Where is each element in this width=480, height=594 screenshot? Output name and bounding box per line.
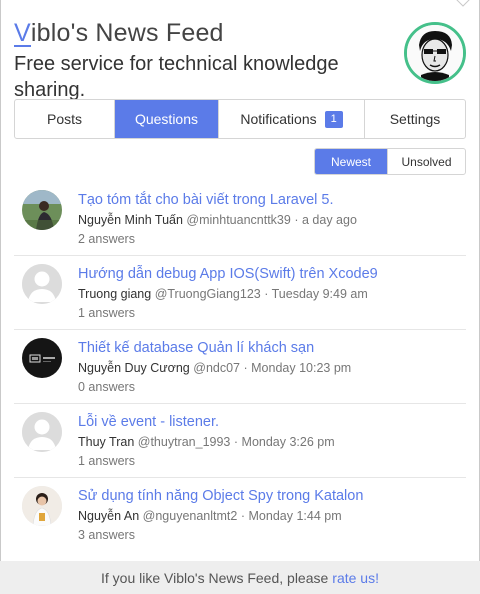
post-time: a day ago	[301, 213, 357, 227]
meta-separator: ·	[233, 435, 239, 449]
meta-separator: ·	[243, 361, 248, 375]
dark-logo-icon	[22, 338, 62, 378]
default-user-icon	[22, 264, 62, 304]
app-title-text: iblo's News Feed	[30, 19, 224, 47]
answer-count: 0 answers	[78, 380, 135, 394]
answer-count: 2 answers	[78, 232, 135, 246]
header: Viblo's News Feed Free service for techn…	[14, 18, 394, 103]
tab-posts[interactable]: Posts	[15, 100, 115, 138]
question-item: Thiết kế database Quản lí khách sạn Nguy…	[14, 330, 466, 404]
author-name[interactable]: Nguyễn An	[78, 509, 139, 523]
filter-newest-button[interactable]: Newest	[315, 149, 387, 174]
avatar[interactable]	[22, 190, 62, 230]
question-meta: Nguyễn An @nguyenanltmt2 · Monday 1:44 p…	[78, 507, 466, 526]
footer: If you like Viblo's News Feed, please rat…	[0, 561, 480, 594]
question-meta: Truong giang @TruongGiang123 · Tuesday 9…	[78, 285, 466, 304]
profile-face-icon	[407, 25, 463, 81]
question-title-link[interactable]: Tạo tóm tắt cho bài viết trong Laravel 5…	[78, 191, 466, 210]
popup-arrow-icon	[456, 0, 470, 7]
app-title: Viblo's News Feed	[14, 18, 394, 48]
meta-separator: ·	[264, 287, 269, 301]
tab-label: Posts	[46, 111, 82, 127]
sort-filter: Newest Unsolved	[314, 148, 466, 175]
author-handle[interactable]: @ndc07	[193, 361, 240, 375]
tab-settings[interactable]: Settings	[365, 100, 465, 138]
question-item: Lỗi về event - listener. Thuy Tran @thuy…	[14, 404, 466, 478]
question-item: Tạo tóm tắt cho bài viết trong Laravel 5…	[14, 182, 466, 256]
author-name[interactable]: Thuy Tran	[78, 435, 134, 449]
post-time: Monday 3:26 pm	[241, 435, 335, 449]
question-title-link[interactable]: Hướng dẫn debug App IOS(Swift) trên Xcod…	[78, 265, 466, 284]
post-time: Tuesday 9:49 am	[271, 287, 368, 301]
tagline: Free service for technical knowledge sha…	[14, 53, 339, 101]
author-name[interactable]: Truong giang	[78, 287, 151, 301]
author-handle[interactable]: @thuytran_1993	[138, 435, 231, 449]
post-time: Monday 10:23 pm	[251, 361, 352, 375]
question-meta: Thuy Tran @thuytran_1993 · Monday 3:26 p…	[78, 433, 466, 452]
avatar[interactable]	[22, 338, 62, 378]
meta-separator: ·	[240, 509, 246, 523]
notification-count-badge: 1	[324, 110, 343, 128]
footer-text: If you like Viblo's News Feed, please	[100, 569, 329, 586]
default-user-icon	[22, 412, 62, 452]
logo-letter: V	[14, 19, 31, 47]
answer-count: 1 answers	[78, 454, 135, 468]
main-tabs: Posts Questions Notifications 1 Settings	[14, 99, 466, 139]
user-photo-icon	[22, 486, 62, 526]
author-handle[interactable]: @minhtuancnttk39	[186, 213, 290, 227]
question-title-link[interactable]: Sử dụng tính năng Object Spy trong Katal…	[78, 487, 466, 506]
avatar[interactable]	[22, 264, 62, 304]
question-meta: Nguyễn Duy Cương @ndc07 · Monday 10:23 p…	[78, 359, 466, 378]
question-list: Tạo tóm tắt cho bài viết trong Laravel 5…	[14, 182, 466, 552]
question-item: Hướng dẫn debug App IOS(Swift) trên Xcod…	[14, 256, 466, 330]
tab-label: Settings	[389, 111, 441, 127]
rate-us-link[interactable]: rate us!	[332, 570, 379, 586]
tab-notifications[interactable]: Notifications 1	[219, 100, 365, 138]
author-name[interactable]: Nguyễn Duy Cương	[78, 361, 190, 375]
answer-count: 3 answers	[78, 528, 135, 542]
author-name[interactable]: Nguyễn Minh Tuấn	[78, 213, 183, 227]
question-meta: Nguyễn Minh Tuấn @minhtuancnttk39 · a da…	[78, 211, 466, 230]
question-title-link[interactable]: Thiết kế database Quản lí khách sạn	[78, 339, 466, 358]
post-time: Monday 1:44 pm	[248, 509, 342, 523]
meta-separator: ·	[294, 213, 299, 227]
answer-count: 1 answers	[78, 306, 135, 320]
avatar[interactable]	[22, 412, 62, 452]
tab-label: Notifications	[240, 111, 317, 127]
avatar[interactable]	[22, 486, 62, 526]
filter-unsolved-button[interactable]: Unsolved	[387, 149, 465, 174]
author-handle[interactable]: @nguyenanltmt2	[143, 509, 238, 523]
question-title-link[interactable]: Lỗi về event - listener.	[78, 413, 466, 432]
profile-avatar[interactable]	[404, 22, 466, 84]
user-photo-icon	[22, 190, 62, 230]
tab-label: Questions	[134, 111, 199, 127]
tab-questions[interactable]: Questions	[115, 100, 219, 138]
author-handle[interactable]: @TruongGiang123	[155, 287, 261, 301]
question-item: Sử dụng tính năng Object Spy trong Katal…	[14, 478, 466, 552]
